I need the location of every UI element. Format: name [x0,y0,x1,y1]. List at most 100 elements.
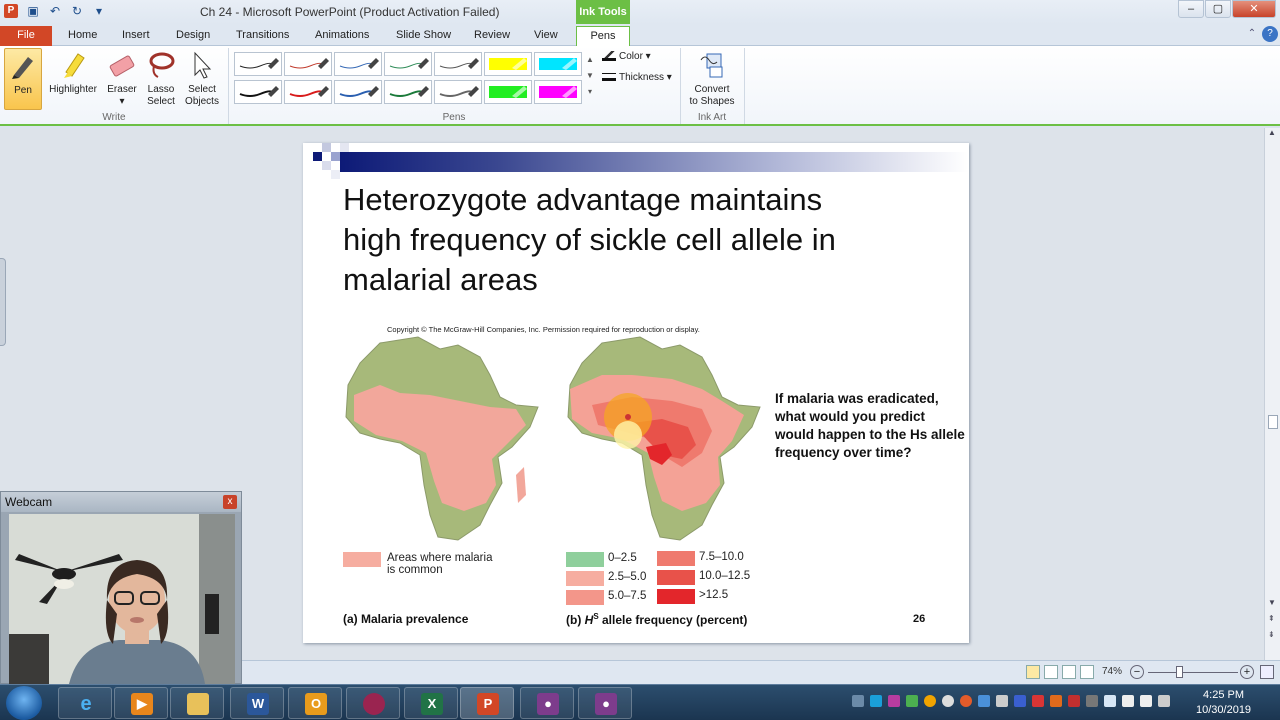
pen-style-3[interactable] [334,52,382,76]
color-dropdown[interactable]: Color ▾ [602,51,651,62]
minimize-ribbon-icon[interactable]: ⌃ [1244,26,1260,42]
action-center-icon[interactable] [1104,695,1116,707]
tray-icon[interactable] [960,695,972,707]
tray-icon[interactable] [1086,695,1098,707]
taskbar-recorder-2[interactable]: ● [578,687,632,719]
tray-icon[interactable] [978,695,990,707]
scroll-thumb[interactable] [1268,415,1278,429]
previous-slide-icon[interactable]: ⇞ [1268,614,1275,623]
pens-gallery-scroll[interactable]: ▲ ▼ ▾ [585,52,595,104]
tab-view[interactable]: View [526,26,566,46]
taskbar-chrome-like[interactable] [346,687,400,719]
tab-slide-show[interactable]: Slide Show [388,26,459,46]
normal-view-icon[interactable] [1026,665,1040,679]
webcam-window[interactable]: Webcam x [0,491,242,684]
zoom-slider-track[interactable] [1148,672,1238,673]
tray-icon[interactable] [1050,695,1062,707]
zoom-out-icon[interactable]: − [1130,665,1144,679]
decorative-square [331,170,340,179]
taskbar-recorder-1[interactable]: ● [520,687,574,719]
customize-qat-icon[interactable]: ▾ [92,4,106,18]
taskbar-file-explorer[interactable] [170,687,224,719]
pen-style-6[interactable] [484,52,532,76]
pen-style-1[interactable] [234,52,282,76]
pen-style-8[interactable] [234,80,282,104]
powerpoint-app-icon[interactable]: P [4,4,18,18]
eraser-dropdown-icon[interactable]: ▾ [119,96,124,107]
tray-icon[interactable] [1158,695,1170,707]
slideshow-view-icon[interactable] [1080,665,1094,679]
tray-icon[interactable] [1068,695,1080,707]
zoom-level[interactable]: 74% [1102,666,1122,677]
tab-design[interactable]: Design [168,26,218,46]
pen-style-5[interactable] [434,52,482,76]
taskbar-excel[interactable]: X [404,687,458,719]
tab-transitions[interactable]: Transitions [228,26,297,46]
legend-b-swatch [657,551,695,566]
legend-b-swatch [566,590,604,605]
tray-icon[interactable] [924,695,936,707]
fit-slide-icon[interactable] [1260,665,1274,679]
tab-pens[interactable]: Pens [576,26,630,46]
zoom-in-icon[interactable]: + [1240,665,1254,679]
highlighter-button[interactable]: Highlighter [44,48,102,110]
bluetooth-icon[interactable] [1014,695,1026,707]
tray-icon[interactable] [852,695,864,707]
scroll-up-icon[interactable]: ▲ [1268,128,1276,137]
skype-icon[interactable] [870,695,882,707]
next-slide-icon[interactable]: ⇟ [1268,630,1275,639]
start-button[interactable] [6,686,42,720]
tab-insert[interactable]: Insert [114,26,158,46]
taskbar-media-player[interactable]: ▶ [114,687,168,719]
tab-home[interactable]: Home [60,26,105,46]
slide-title[interactable]: Heterozygote advantage maintains high fr… [343,180,903,300]
clock[interactable]: 4:25 PM 10/30/2019 [1196,688,1251,718]
zoom-slider-thumb[interactable] [1176,666,1183,678]
thickness-dropdown[interactable]: Thickness ▾ [602,72,672,83]
close-button[interactable]: ✕ [1232,0,1276,18]
taskbar-outlook[interactable]: O [288,687,342,719]
reading-view-icon[interactable] [1062,665,1076,679]
pen-style-2[interactable] [284,52,332,76]
maximize-button[interactable]: ▢ [1205,0,1231,18]
minimize-button[interactable]: – [1178,0,1204,18]
tray-icon[interactable] [996,695,1008,707]
webcam-close-button[interactable]: x [223,495,237,509]
pen-style-10[interactable] [334,80,382,104]
legend-b-swatch [566,571,604,586]
tab-file[interactable]: File [0,26,52,46]
slide-sorter-icon[interactable] [1044,665,1058,679]
eraser-button[interactable]: Eraser ▾ [104,48,140,110]
pen-style-13[interactable] [484,80,532,104]
scroll-down-icon[interactable]: ▼ [1268,598,1276,607]
taskbar-powerpoint[interactable]: P [460,687,514,719]
pen-style-11[interactable] [384,80,432,104]
select-objects-button[interactable]: Select Objects [182,48,222,110]
tray-icon[interactable] [888,695,900,707]
help-icon[interactable]: ? [1262,26,1278,42]
convert-to-shapes-button[interactable]: Convert to Shapes [684,48,740,110]
pen-style-14[interactable] [534,80,582,104]
slides-pane-collapsed[interactable] [0,258,6,346]
vertical-scrollbar[interactable]: ▲ ▼ ⇞ ⇟ [1264,128,1280,660]
tray-icon[interactable] [942,695,954,707]
taskbar-word[interactable]: W [230,687,284,719]
tab-animations[interactable]: Animations [307,26,377,46]
pen-button[interactable]: Pen [4,48,42,110]
pen-style-7[interactable] [534,52,582,76]
pen-style-4[interactable] [384,52,432,76]
tray-icon[interactable] [906,695,918,707]
lasso-select-button[interactable]: Lasso Select [142,48,180,110]
undo-icon[interactable]: ↶ [48,4,62,18]
pen-style-9[interactable] [284,80,332,104]
taskbar-internet-explorer[interactable]: e [58,687,112,719]
tab-review[interactable]: Review [466,26,518,46]
pen-style-12[interactable] [434,80,482,104]
laser-pointer-dot [625,414,631,420]
network-icon[interactable] [1122,695,1134,707]
volume-icon[interactable] [1140,695,1152,707]
redo-icon[interactable]: ↻ [70,4,84,18]
acrobat-icon[interactable] [1032,695,1044,707]
save-icon[interactable]: ▣ [26,4,40,18]
internet-explorer-icon: e [80,693,92,715]
